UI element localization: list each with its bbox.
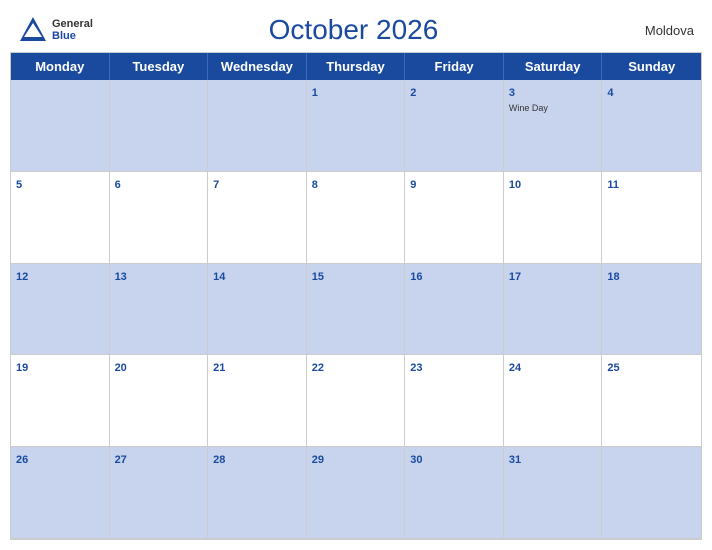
table-row: 2 <box>405 80 504 172</box>
table-row: 13 <box>110 264 209 356</box>
date-number: 13 <box>115 271 127 283</box>
calendar-grid: 123Wine Day45678910111213141516171819202… <box>11 80 701 539</box>
date-number: 22 <box>312 362 324 374</box>
table-row: 12 <box>11 264 110 356</box>
date-number: 3 <box>509 87 515 99</box>
date-number: 1 <box>312 87 318 99</box>
date-number: 31 <box>509 454 521 466</box>
table-row: 8 <box>307 172 406 264</box>
date-number: 30 <box>410 454 422 466</box>
table-row: 1 <box>307 80 406 172</box>
table-row: 4 <box>602 80 701 172</box>
date-number: 26 <box>16 454 28 466</box>
table-row: 29 <box>307 447 406 539</box>
table-row: 6 <box>110 172 209 264</box>
date-number: 10 <box>509 179 521 191</box>
date-number: 27 <box>115 454 127 466</box>
logo-icon <box>18 15 48 45</box>
table-row: 18 <box>602 264 701 356</box>
table-row: 5 <box>11 172 110 264</box>
table-row: 11 <box>602 172 701 264</box>
date-number: 21 <box>213 362 225 374</box>
logo-text: General Blue <box>52 18 93 42</box>
calendar: Monday Tuesday Wednesday Thursday Friday… <box>10 52 702 540</box>
date-number: 8 <box>312 179 318 191</box>
table-row: 30 <box>405 447 504 539</box>
day-tuesday: Tuesday <box>110 53 209 80</box>
logo-general-text: General <box>52 18 93 30</box>
day-saturday: Saturday <box>504 53 603 80</box>
day-sunday: Sunday <box>602 53 701 80</box>
calendar-header: General Blue October 2026 Moldova <box>10 10 702 48</box>
date-number: 6 <box>115 179 121 191</box>
logo: General Blue <box>18 15 93 45</box>
table-row <box>208 80 307 172</box>
day-monday: Monday <box>11 53 110 80</box>
date-number: 18 <box>607 271 619 283</box>
logo-blue-text: Blue <box>52 30 93 42</box>
table-row: 15 <box>307 264 406 356</box>
date-number: 14 <box>213 271 225 283</box>
day-wednesday: Wednesday <box>208 53 307 80</box>
day-thursday: Thursday <box>307 53 406 80</box>
table-row: 26 <box>11 447 110 539</box>
table-row: 16 <box>405 264 504 356</box>
table-row: 9 <box>405 172 504 264</box>
day-friday: Friday <box>405 53 504 80</box>
table-row: 3 Wine Day <box>504 80 603 172</box>
table-row: 20 <box>110 355 209 447</box>
date-number: 9 <box>410 179 416 191</box>
date-number: 16 <box>410 271 422 283</box>
table-row: 27 <box>110 447 209 539</box>
table-row: 21 <box>208 355 307 447</box>
table-row: 24 <box>504 355 603 447</box>
date-number: 2 <box>410 87 416 99</box>
date-number: 20 <box>115 362 127 374</box>
table-row: 14 <box>208 264 307 356</box>
table-row: 25 <box>602 355 701 447</box>
table-row: 28 <box>208 447 307 539</box>
date-number: 23 <box>410 362 422 374</box>
table-row: 23 <box>405 355 504 447</box>
date-number: 29 <box>312 454 324 466</box>
date-number: 19 <box>16 362 28 374</box>
date-number: 25 <box>607 362 619 374</box>
date-number: 7 <box>213 179 219 191</box>
days-header: Monday Tuesday Wednesday Thursday Friday… <box>11 53 701 80</box>
date-number: 12 <box>16 271 28 283</box>
date-number: 28 <box>213 454 225 466</box>
country-label: Moldova <box>614 23 694 38</box>
table-row <box>602 447 701 539</box>
date-number: 11 <box>607 179 619 191</box>
date-number: 5 <box>16 179 22 191</box>
table-row: 22 <box>307 355 406 447</box>
table-row: 31 <box>504 447 603 539</box>
date-number: 15 <box>312 271 324 283</box>
date-number: 24 <box>509 362 521 374</box>
month-title: October 2026 <box>93 14 614 46</box>
table-row: 7 <box>208 172 307 264</box>
table-row <box>110 80 209 172</box>
table-row: 17 <box>504 264 603 356</box>
cell-event: Wine Day <box>509 103 597 113</box>
table-row: 10 <box>504 172 603 264</box>
date-number: 4 <box>607 87 613 99</box>
table-row: 19 <box>11 355 110 447</box>
table-row <box>11 80 110 172</box>
date-number: 17 <box>509 271 521 283</box>
